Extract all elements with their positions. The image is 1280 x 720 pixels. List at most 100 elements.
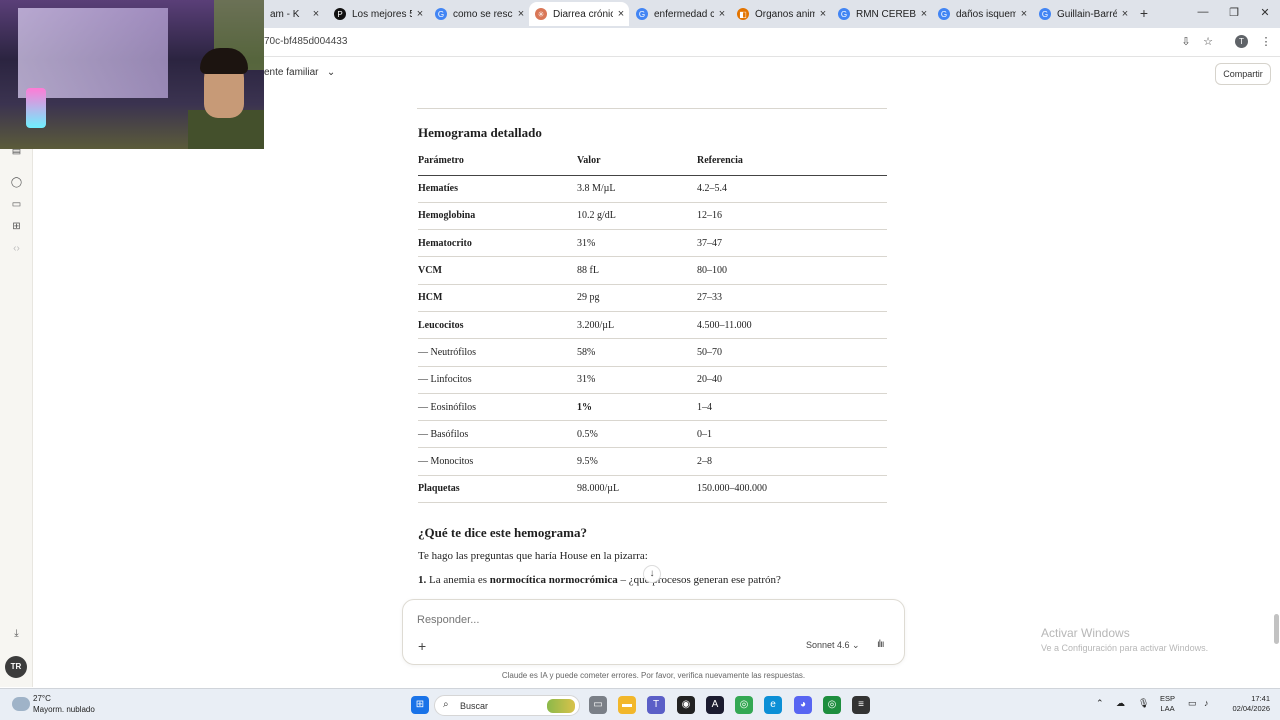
cell-parameter: VCM <box>418 256 577 285</box>
menu-dots-icon[interactable]: ⋮ <box>1258 34 1274 50</box>
onedrive-icon[interactable]: ☁ <box>1116 698 1125 709</box>
code-icon[interactable]: ‹› <box>10 242 23 255</box>
tab-title: como se resca <box>453 8 513 20</box>
tab-close-icon[interactable]: × <box>815 8 831 20</box>
windows-taskbar: 27°C Mayorm. nublado ⊞ ⌕ Buscar ▭ ▬ T ◉ … <box>0 688 1280 720</box>
download-icon[interactable]: ⤓ <box>10 627 23 640</box>
browser-tab[interactable]: G Guillain-Barré × <box>1033 2 1133 26</box>
voice-mode-icon[interactable]: ılıı <box>877 639 885 650</box>
cell-value: 31% <box>577 366 697 394</box>
microphone-icon[interactable]: 🎙 <box>1138 698 1149 709</box>
install-app-icon[interactable]: ⇩ <box>1178 34 1194 50</box>
tab-close-icon[interactable]: × <box>513 8 529 20</box>
table-row: — Eosinófilos 1% 1–4 <box>418 393 887 422</box>
chrome-icon[interactable]: ◎ <box>735 696 753 714</box>
table-row: Hematocrito 31% 37–47 <box>418 229 887 258</box>
cell-value: 98.000/µL <box>577 475 697 504</box>
acrobat-icon[interactable]: A <box>706 696 724 714</box>
weather-description[interactable]: Mayorm. nublado <box>33 705 95 714</box>
cell-reference: 150.000–400.000 <box>697 475 887 504</box>
cloud-icon[interactable] <box>12 697 30 711</box>
tab-close-icon[interactable]: × <box>916 8 932 20</box>
question-text-start: La anemia es <box>426 574 490 586</box>
cell-reference: 4.500–11.000 <box>697 311 887 340</box>
model-selector[interactable]: Sonnet 4.6 ⌄ <box>806 640 860 651</box>
browser-tab[interactable]: Gcomo se resca × <box>429 2 529 26</box>
taskbar-search[interactable]: ⌕ Buscar <box>434 695 580 716</box>
url-text[interactable]: 70c-bf485d004433 <box>264 36 347 47</box>
cell-reference: 37–47 <box>697 229 887 258</box>
add-attachment-icon[interactable]: + <box>418 638 426 654</box>
tab-title: RMN CEREBR <box>856 8 916 20</box>
clock[interactable]: 17:41 02/04/2026 <box>1226 694 1270 714</box>
tab-title: am - K <box>270 8 300 20</box>
github-icon[interactable]: ◉ <box>677 696 695 714</box>
browser-tab[interactable]: Gdaños isquem × <box>932 2 1032 26</box>
table-row: Hemoglobina 10.2 g/dL 12–16 <box>418 202 887 231</box>
bookmark-star-icon[interactable]: ☆ <box>1200 34 1216 50</box>
maximize-button[interactable]: ❐ <box>1227 6 1241 19</box>
file-explorer-icon[interactable]: ▬ <box>618 696 636 714</box>
tab-close-icon[interactable]: × <box>714 8 730 20</box>
discord-icon[interactable]: ◕ <box>794 696 812 714</box>
folder-icon[interactable]: ▭ <box>10 198 23 211</box>
start-windows-icon[interactable]: ⊞ <box>411 696 429 714</box>
chats-icon[interactable]: ◯ <box>10 176 23 189</box>
show-hidden-icons-icon[interactable]: ⌃ <box>1096 698 1104 709</box>
cell-parameter: — Eosinófilos <box>418 393 577 422</box>
project-selector[interactable]: ente familiar ⌄ <box>264 67 335 78</box>
cell-parameter: Plaquetas <box>418 475 577 504</box>
teams-icon[interactable]: T <box>647 696 665 714</box>
reply-input[interactable] <box>417 614 817 626</box>
tab-favicon-icon: ◧ <box>737 8 749 20</box>
webcam-overlay <box>0 0 264 149</box>
language-code: ESP <box>1160 694 1176 703</box>
scrollbar-thumb[interactable] <box>1274 614 1279 644</box>
cell-reference: 27–33 <box>697 284 887 312</box>
tab-close-icon[interactable]: × <box>308 8 324 20</box>
cell-reference: 2–8 <box>697 447 887 476</box>
volume-icon[interactable]: ♪ <box>1204 698 1209 708</box>
language-indicator[interactable]: ESP LAA <box>1160 694 1175 714</box>
table-row: Plaquetas 98.000/µL 150.000–400.000 <box>418 475 887 504</box>
table-row: VCM 88 fL 80–100 <box>418 256 887 285</box>
network-icon[interactable]: ▭ <box>1188 698 1197 709</box>
scroll-to-bottom-button[interactable]: ↓ <box>643 565 661 583</box>
browser-tab[interactable]: Genfermedad cl × <box>630 2 730 26</box>
tab-close-icon[interactable]: × <box>1117 8 1133 20</box>
tab-close-icon[interactable]: × <box>1016 8 1032 20</box>
ai-disclaimer: Claude es IA y puede cometer errores. Po… <box>501 671 806 680</box>
cell-value: 31% <box>577 229 697 258</box>
share-button[interactable]: Compartir <box>1215 63 1271 85</box>
new-tab-button[interactable]: + <box>1136 5 1152 21</box>
user-avatar[interactable]: TR <box>5 656 27 678</box>
browser-tab[interactable]: ◧ Órganos anim × <box>731 2 831 26</box>
column-header-value: Valor <box>577 147 697 176</box>
browser-tab[interactable]: P Los mejores 50× <box>328 2 428 26</box>
search-highlight-image <box>547 699 575 713</box>
browser-tab[interactable]: G RMN CEREBR× <box>832 2 932 26</box>
cell-reference: 20–40 <box>697 366 887 394</box>
edge-icon[interactable]: e <box>764 696 782 714</box>
hemogram-table: Parámetro Valor Referencia Hematíes 3.8 M… <box>418 147 887 504</box>
cell-value: 58% <box>577 338 697 367</box>
watermark-subtitle: Ve a Configuración para activar Windows. <box>1041 643 1209 653</box>
browser-tab[interactable]: am - K × <box>264 2 324 26</box>
tab-close-icon[interactable]: × <box>613 8 629 20</box>
tab-close-icon[interactable]: × <box>412 8 428 20</box>
table-row: — Basófilos 0.5% 0–1 <box>418 420 887 449</box>
browser-tab[interactable]: ✳ Diarrea crónica× <box>529 2 629 26</box>
cell-value: 88 fL <box>577 256 697 285</box>
task-view-icon[interactable]: ▭ <box>589 696 607 714</box>
chrome-active-icon[interactable]: ◎ <box>823 696 841 714</box>
search-icon: ⌕ <box>443 699 449 710</box>
cell-value: 1% <box>577 393 697 422</box>
profile-avatar[interactable]: T <box>1235 35 1248 48</box>
minimize-button[interactable]: — <box>1196 6 1210 18</box>
weather-temperature[interactable]: 27°C <box>33 694 51 703</box>
artifacts-icon[interactable]: ⊞ <box>10 220 23 233</box>
close-window-button[interactable]: ✕ <box>1258 6 1272 19</box>
cell-value: 10.2 g/dL <box>577 202 697 231</box>
app-icon[interactable]: ≡ <box>852 696 870 714</box>
cell-parameter: HCM <box>418 284 577 312</box>
